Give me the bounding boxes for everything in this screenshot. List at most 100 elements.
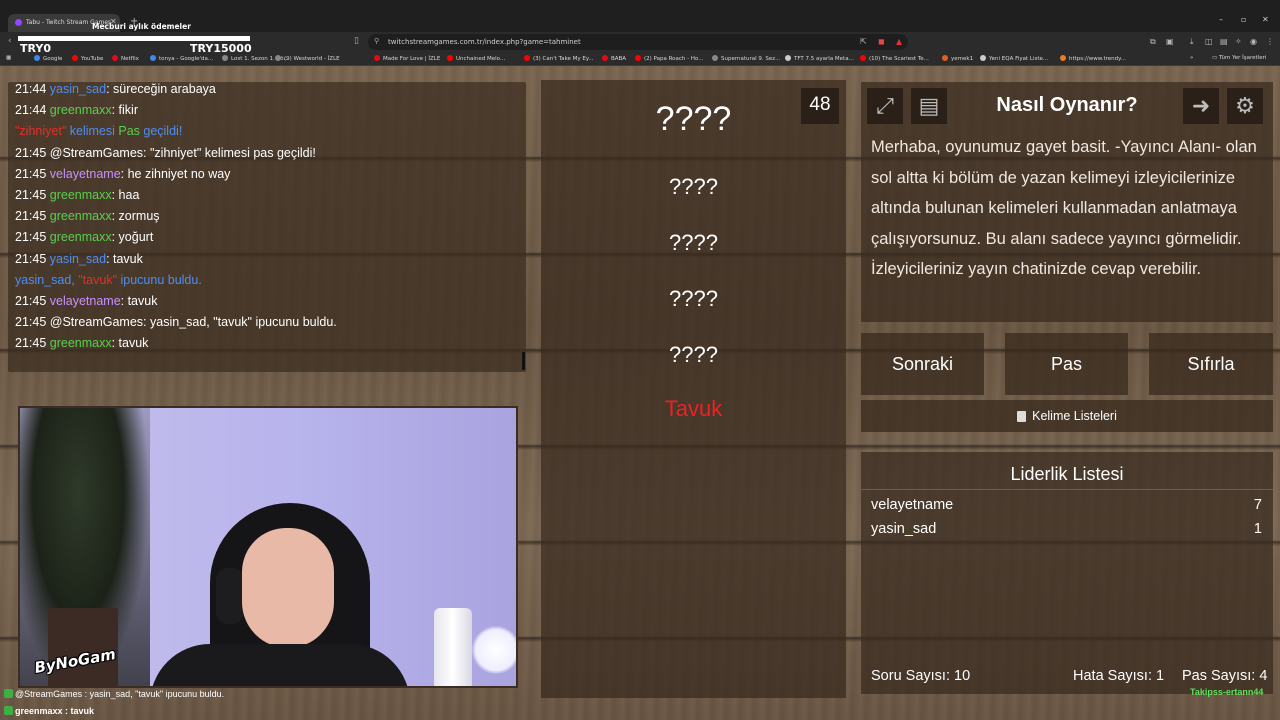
bookmark-item[interactable]: Netflix [112, 55, 139, 62]
chat-message: 21:45 greenmaxx: yoğurt [15, 230, 153, 244]
chat-message: 21:45 greenmaxx: tavuk [15, 336, 148, 350]
back-icon[interactable]: ‹ [8, 36, 12, 46]
bookmark-label: BABA [611, 56, 627, 62]
bookmark-item[interactable]: (9) Westworld - İZLE [275, 55, 340, 62]
chat-message: 21:45 yasin_sad: tavuk [15, 252, 143, 266]
bookmark-label: Unchained Melo... [456, 56, 506, 62]
error-count: Hata Sayısı: 1 [1073, 668, 1165, 684]
bookmark-favicon-icon [524, 55, 530, 61]
bookmark-favicon-icon [72, 55, 78, 61]
stream-chat-line-2: greenmaxx : tavuk [4, 706, 94, 716]
bookmark-item[interactable]: https://www.trendy... [1060, 55, 1126, 62]
bookmark-item[interactable]: (3) Can't Take My Ey... [524, 55, 594, 62]
chat-message: "zihniyet" kelimesi Pas geçildi! [15, 124, 182, 138]
bookmark-star-icon[interactable]: ▯ [354, 36, 359, 46]
pass-count: Pas Sayısı: 4 [1182, 668, 1268, 684]
chat-username: @StreamGames [49, 315, 144, 330]
bookmark-item[interactable]: Yeni EQA Fiyat Liste... [980, 55, 1048, 62]
chat-text: : tavuk [120, 294, 158, 308]
word-lists-button[interactable]: Kelime Listeleri [861, 400, 1273, 432]
bookmark-item[interactable]: Made For Love | İZLE [374, 55, 440, 62]
chat-timestamp: 21:45 [15, 315, 47, 330]
bookmark-label: (10) The Scariest Te... [869, 56, 929, 62]
main-word: ???? [655, 100, 732, 138]
download-icon[interactable]: ⤓ [1190, 37, 1194, 47]
pass-button[interactable]: Pas [1005, 333, 1128, 395]
bookmark-item[interactable]: YouTube [72, 55, 103, 62]
extension-icon[interactable]: ⧉ [1150, 37, 1156, 47]
chat-scrollbar[interactable] [522, 352, 525, 370]
webcam-feed: ByNoGam [18, 406, 518, 688]
webcam-lamp [472, 626, 516, 674]
ticker-icon [4, 706, 13, 715]
bookmark-item[interactable]: Supernatural 9. Sez... [712, 55, 780, 62]
chat-timestamp: 21:45 [15, 209, 47, 224]
bookmark-item[interactable]: (10) The Scariest Te... [860, 55, 929, 62]
collections-icon[interactable]: ▤ [1220, 37, 1228, 46]
maximize-icon[interactable]: ▫ [1241, 15, 1246, 24]
forbidden-word: ???? [669, 230, 718, 255]
leaderboard-divider [861, 489, 1273, 490]
chat-timestamp: 21:45 [15, 188, 47, 202]
apps-icon[interactable]: ▦ [6, 55, 11, 61]
chat-username: velayetname [49, 166, 121, 181]
site-info-icon[interactable]: ⚲ [374, 37, 379, 45]
chat-username: greenmaxx [49, 209, 112, 224]
chat-system-text: kelimesi [66, 124, 119, 139]
bookmark-item[interactable]: tonya - Google'da... [150, 55, 213, 62]
bookmark-favicon-icon [942, 55, 948, 61]
chat-message: 21:44 greenmaxx: fikir [15, 103, 138, 117]
bookmark-label: YouTube [81, 56, 104, 62]
chat-text: : "zihniyet" kelimesi pas geçildi! [143, 145, 316, 160]
bookmark-item[interactable]: BABA [602, 55, 626, 62]
browser-tab-bar [0, 0, 1280, 32]
minimize-icon[interactable]: – [1219, 15, 1223, 24]
share-icon[interactable]: ⇱ [860, 37, 867, 46]
chat-username: greenmaxx [49, 230, 112, 245]
chat-message: 21:45 velayetname: he zihniyet no way [15, 167, 230, 181]
bookmark-favicon-icon [112, 55, 118, 61]
bookmark-item[interactable]: Google [34, 55, 62, 62]
chat-timestamp: 21:45 [15, 166, 47, 181]
extension-red-icon[interactable]: ◼ [878, 37, 885, 46]
screenshot-icon[interactable]: ▣ [1166, 37, 1174, 46]
profile-icon[interactable]: ◉ [1250, 37, 1257, 46]
webcam-headphone [216, 568, 244, 624]
chat-text: : haa [111, 188, 140, 202]
menu-icon[interactable]: ⋮ [1266, 37, 1274, 46]
close-window-icon[interactable]: ✕ [1262, 15, 1269, 24]
bookmarks-overflow-icon[interactable]: » [1190, 55, 1193, 61]
stream-chat-line-1: @StreamGames : yasin_sad, "tavuk" ipucun… [4, 689, 224, 699]
all-bookmarks[interactable]: ▭ Tüm Yer İşaretleri [1212, 55, 1266, 61]
bookmark-favicon-icon [275, 55, 281, 61]
sidebar-icon[interactable]: ◫ [1205, 37, 1213, 46]
leaderboard-title: Liderlik Listesi [1010, 464, 1124, 484]
next-button[interactable]: Sonraki [861, 333, 984, 395]
chat-timestamp: 21:45 [15, 145, 47, 160]
leaderboard-name: yasin_sad [871, 521, 937, 537]
extension-vpn-icon[interactable]: ▲ [896, 37, 902, 46]
leaderboard-score: 1 [1253, 521, 1262, 537]
chat-username: greenmaxx [49, 336, 112, 351]
bookmark-label: Netflix [121, 56, 139, 62]
extensions-puzzle-icon[interactable]: ✧ [1235, 37, 1242, 46]
url-input[interactable]: ⚲ twitchstreamgames.com.tr/index.php?game… [368, 34, 908, 50]
chat-timestamp: 21:44 [15, 82, 47, 96]
chat-message: 21:45 @StreamGames: yasin_sad, "tavuk" i… [15, 315, 337, 329]
bookmark-label: Google [43, 56, 63, 62]
reset-button[interactable]: Sıfırla [1149, 333, 1273, 395]
chat-text: : yoğurt [111, 230, 154, 245]
word-card-panel [541, 80, 846, 698]
bookmark-favicon-icon [222, 55, 228, 61]
webcam-microphone [434, 608, 472, 686]
bookmark-item[interactable]: TFT 7.5 ayarla Meta... [785, 55, 854, 62]
chat-pass-word: Pas [118, 124, 140, 139]
chat-timestamp: 21:45 [15, 251, 47, 266]
chat-text: : fikir [111, 103, 138, 118]
bookmark-favicon-icon [1060, 55, 1066, 61]
bookmark-item[interactable]: Unchained Melo... [447, 55, 505, 62]
chat-message: 21:45 @StreamGames: "zihniyet" kelimesi … [15, 146, 316, 160]
bookmark-item[interactable]: (2) Papa Roach - Ho... [635, 55, 704, 62]
chat-text: : yasin_sad, "tavuk" ipucunu buldu. [143, 315, 337, 330]
bookmark-item[interactable]: yemek1 [942, 55, 973, 62]
